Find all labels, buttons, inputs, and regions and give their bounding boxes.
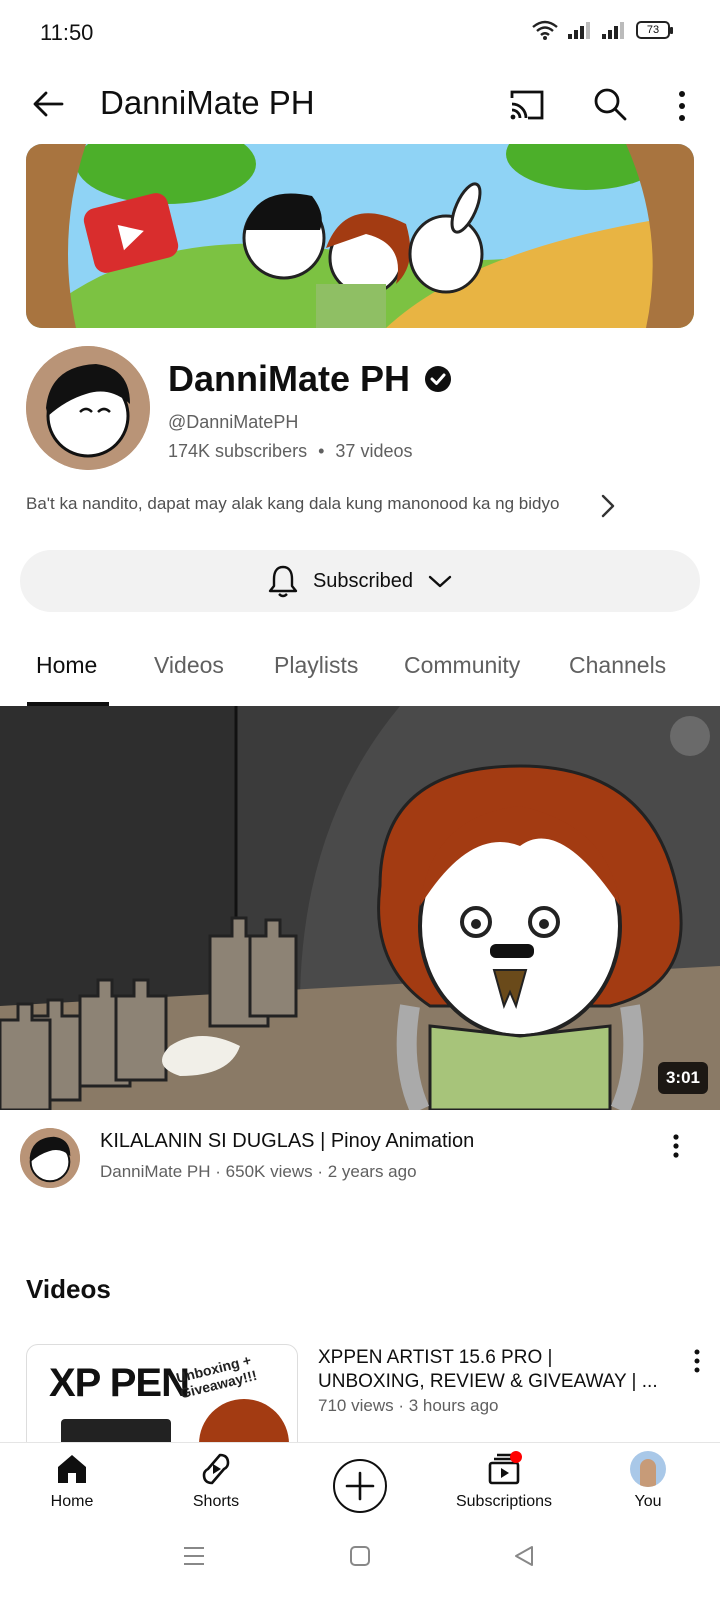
bell-icon <box>268 565 298 598</box>
video-title-line1: XPPEN ARTIST 15.6 PRO | <box>318 1347 553 1368</box>
thumbnail-subtext: Unboxing + Giveaway!!! <box>174 1351 259 1402</box>
chevron-right-icon[interactable] <box>598 492 618 520</box>
nav-you-label: You <box>634 1493 662 1510</box>
notification-dot <box>510 1451 522 1463</box>
video-title[interactable]: XPPEN ARTIST 15.6 PRO | UNBOXING, REVIEW… <box>318 1346 666 1394</box>
status-icons: 73 <box>532 20 673 40</box>
tab-community[interactable]: Community <box>404 652 520 679</box>
profile-avatar-figure <box>640 1459 656 1487</box>
stats-separator: • <box>318 441 325 461</box>
create-icon <box>345 1471 375 1501</box>
verified-check-icon <box>425 366 452 392</box>
video-channel-avatar[interactable] <box>20 1128 80 1188</box>
subscribed-label: Subscribed <box>312 569 414 592</box>
channel-banner <box>26 144 694 328</box>
page-title: DanniMate PH <box>100 84 315 121</box>
channel-stats: 174K subscribers • 37 videos <box>168 441 412 462</box>
video-meta: 710 views · 3 hours ago <box>318 1396 499 1415</box>
featured-video-thumbnail[interactable]: 3:01 <box>0 706 720 1110</box>
nav-you[interactable]: You <box>578 1451 718 1511</box>
battery-level: 73 <box>646 24 660 36</box>
wifi-icon <box>532 20 558 40</box>
channel-tabs: Home Videos Playlists Community Channels <box>0 634 720 706</box>
nav-home[interactable]: Home <box>2 1451 142 1511</box>
nav-subscriptions-label: Subscriptions <box>455 1493 553 1510</box>
featured-video-meta: DanniMate PH · 650K views · 2 years ago <box>100 1162 417 1181</box>
more-vertical-icon[interactable] <box>670 86 694 126</box>
video-thumbnail[interactable]: XP PEN Unboxing + Giveaway!!! <box>26 1344 298 1448</box>
banner-illustration <box>26 144 694 328</box>
tab-home[interactable]: Home <box>36 652 97 679</box>
signal-icon <box>602 22 624 39</box>
shorts-icon <box>202 1453 230 1485</box>
chevron-down-icon <box>428 575 452 588</box>
search-icon[interactable] <box>592 86 628 122</box>
create-button[interactable] <box>333 1459 387 1513</box>
channel-avatar-illustration <box>26 346 150 470</box>
home-nav-icon[interactable] <box>348 1544 372 1568</box>
nav-home-label: Home <box>50 1493 94 1510</box>
tab-playlists[interactable]: Playlists <box>274 652 358 679</box>
more-vertical-icon[interactable] <box>690 1348 704 1374</box>
back-arrow-icon[interactable] <box>28 84 68 124</box>
channel-description[interactable]: Ba't ka nandito, dapat may alak kang dal… <box>26 494 606 514</box>
system-navigation-bar <box>0 1526 720 1600</box>
channel-name: DanniMate PH <box>168 358 452 400</box>
featured-video-title[interactable]: KILALANIN SI DUGLAS | Pinoy Animation <box>100 1130 474 1153</box>
nav-subscriptions[interactable]: Subscriptions <box>434 1451 574 1511</box>
subscribed-button[interactable]: Subscribed <box>20 550 700 612</box>
status-time: 11:50 <box>40 20 94 45</box>
channel-name-text: DanniMate PH <box>168 358 411 399</box>
featured-thumbnail-illustration <box>0 706 720 1110</box>
battery-icon: 73 <box>636 21 673 39</box>
video-title-line2: UNBOXING, REVIEW & GIVEAWAY | ... <box>318 1371 658 1392</box>
recent-apps-icon[interactable] <box>182 1544 206 1568</box>
channel-avatar[interactable] <box>26 346 150 470</box>
tab-videos[interactable]: Videos <box>154 652 224 679</box>
thumbnail-character-hair <box>199 1399 289 1447</box>
thumbnail-text: XP PEN <box>49 1361 190 1405</box>
channel-handle: @DanniMatePH <box>168 412 299 432</box>
app-bar: DanniMate PH <box>0 70 720 142</box>
profile-avatar <box>630 1451 666 1487</box>
tab-channels[interactable]: Channels <box>569 652 666 679</box>
nav-shorts-label: Shorts <box>192 1493 240 1510</box>
bottom-navigation: Home Shorts Subscriptions You <box>0 1442 720 1526</box>
status-bar: 11:50 73 <box>0 0 720 64</box>
back-nav-icon[interactable] <box>512 1544 536 1568</box>
video-duration: 3:01 <box>657 1062 708 1094</box>
videos-section-title: Videos <box>26 1274 111 1304</box>
more-vertical-icon[interactable] <box>668 1132 684 1160</box>
home-icon <box>58 1455 86 1483</box>
subscriber-count: 174K subscribers <box>168 441 308 461</box>
nav-shorts[interactable]: Shorts <box>146 1451 286 1511</box>
signal-icon <box>568 22 590 39</box>
video-count: 37 videos <box>335 441 413 461</box>
channel-avatar-illustration <box>20 1128 80 1188</box>
cast-icon[interactable] <box>508 88 546 122</box>
